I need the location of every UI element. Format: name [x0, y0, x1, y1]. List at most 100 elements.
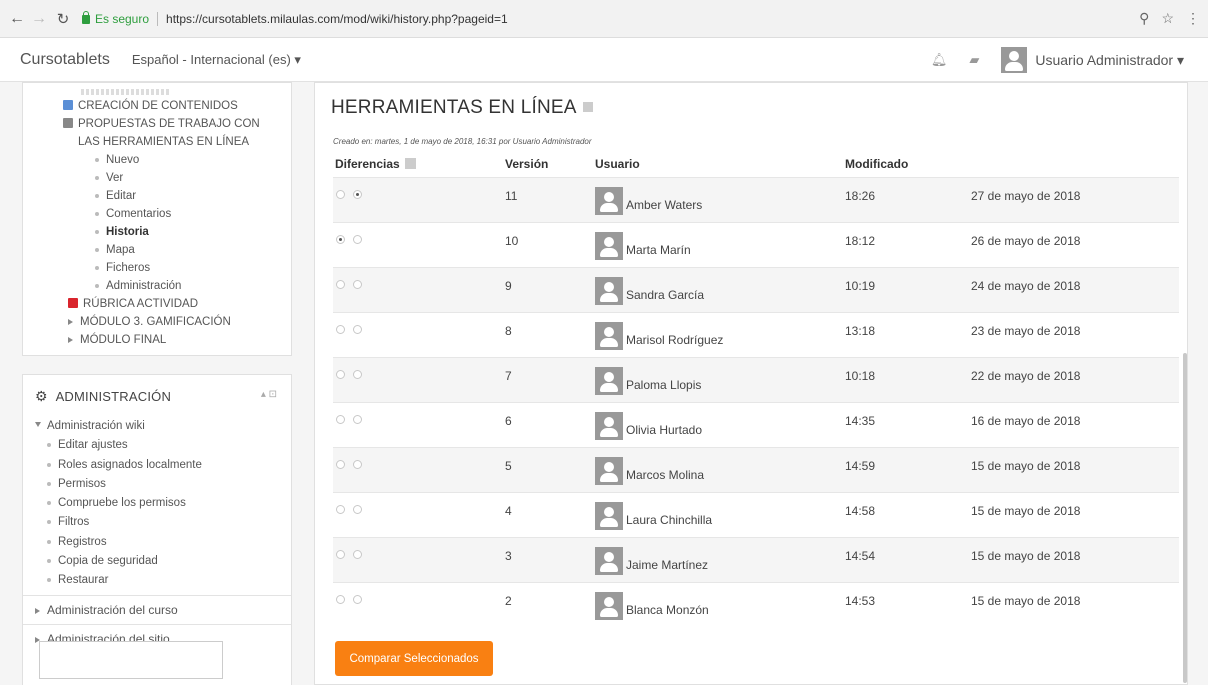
diff-radio-old[interactable]: [336, 550, 345, 559]
user-avatar-icon[interactable]: [595, 322, 623, 350]
diff-radio-new[interactable]: [353, 370, 362, 379]
nav-item-administracion[interactable]: Administración: [23, 277, 291, 295]
diff-radio-old[interactable]: [336, 370, 345, 379]
diff-radio-new[interactable]: [353, 235, 362, 244]
user-avatar[interactable]: [1001, 47, 1028, 73]
version-cell[interactable]: 2: [505, 583, 595, 627]
user-avatar-icon[interactable]: [595, 232, 623, 260]
admin-item-label: Filtros: [58, 516, 90, 529]
nav-item-propuestas-cont[interactable]: LAS HERRAMIENTAS EN LÍNEA: [23, 133, 291, 151]
user-name[interactable]: Jaime Martínez: [626, 547, 708, 572]
user-menu[interactable]: Usuario Administrador ▾: [1035, 52, 1184, 69]
address-bar[interactable]: Es seguro https://cursotablets.milaulas.…: [82, 6, 1152, 32]
admin-item-roles[interactable]: Roles asignados localmente: [35, 456, 291, 475]
admin-wiki-item[interactable]: Administración wiki: [35, 417, 291, 436]
scrollbar[interactable]: [1183, 353, 1187, 683]
star-icon[interactable]: ☆: [1161, 10, 1174, 27]
user-name[interactable]: Blanca Monzón: [626, 592, 709, 617]
nav-item-comentarios[interactable]: Comentarios: [23, 205, 291, 223]
admin-course-item[interactable]: Administración del curso: [23, 596, 291, 624]
version-cell[interactable]: 5: [505, 448, 595, 492]
nav-item-propuestas[interactable]: PROPUESTAS DE TRABAJO CON: [23, 115, 291, 133]
expand-arrow-icon[interactable]: [35, 607, 40, 614]
expand-arrow-icon[interactable]: [68, 337, 73, 343]
user-avatar-icon[interactable]: [595, 457, 623, 485]
user-name[interactable]: Marcos Molina: [626, 457, 704, 482]
diff-radio-new[interactable]: [353, 280, 362, 289]
diff-radio-new[interactable]: [353, 190, 362, 199]
version-cell[interactable]: 8: [505, 313, 595, 357]
nav-item-nuevo[interactable]: Nuevo: [23, 151, 291, 169]
diff-radio-old[interactable]: [336, 595, 345, 604]
diff-radio-new[interactable]: [353, 595, 362, 604]
url-text[interactable]: https://cursotablets.milaulas.com/mod/wi…: [166, 12, 508, 26]
user-name[interactable]: Marisol Rodríguez: [626, 322, 723, 347]
admin-item-restaurar[interactable]: Restaurar: [35, 571, 291, 590]
version-cell[interactable]: 6: [505, 403, 595, 447]
user-avatar-icon[interactable]: [595, 367, 623, 395]
diff-radio-old[interactable]: [336, 505, 345, 514]
nav-item-editar[interactable]: Editar: [23, 187, 291, 205]
user-name[interactable]: Laura Chinchilla: [626, 502, 712, 527]
user-name[interactable]: Amber Waters: [626, 187, 702, 212]
nav-item-modulo3[interactable]: MÓDULO 3. GAMIFICACIÓN: [23, 313, 291, 331]
user-avatar-icon[interactable]: [595, 592, 623, 620]
nav-item-modulo-final[interactable]: MÓDULO FINAL: [23, 331, 291, 349]
notification-bell-icon[interactable]: 🔔︎: [931, 52, 948, 68]
nav-item-rubrica[interactable]: RÚBRICA ACTIVIDAD: [23, 295, 291, 313]
admin-item-compruebe[interactable]: Compruebe los permisos: [35, 494, 291, 513]
nav-item-historia[interactable]: Historia: [23, 223, 291, 241]
block-controls-icon[interactable]: ▴ ⊡: [261, 389, 277, 400]
nav-item-creacion[interactable]: CREACIÓN DE CONTENIDOS: [23, 97, 291, 115]
reload-icon[interactable]: ↻: [52, 10, 74, 28]
diff-radio-old[interactable]: [336, 325, 345, 334]
admin-item-editar-ajustes[interactable]: Editar ajustes: [35, 436, 291, 455]
nav-item-ver[interactable]: Ver: [23, 169, 291, 187]
site-brand[interactable]: Cursotablets: [20, 51, 110, 69]
help-icon[interactable]: [582, 102, 593, 112]
user-avatar-icon[interactable]: [595, 502, 623, 530]
user-avatar-icon[interactable]: [595, 187, 623, 215]
zoom-icon[interactable]: ⚲: [1139, 10, 1149, 27]
diff-radio-new[interactable]: [353, 550, 362, 559]
diff-radio-new[interactable]: [353, 325, 362, 334]
collapse-arrow-icon[interactable]: [35, 422, 41, 427]
admin-item-permisos[interactable]: Permisos: [35, 475, 291, 494]
help-icon[interactable]: [404, 158, 416, 169]
version-cell[interactable]: 3: [505, 538, 595, 582]
user-name[interactable]: Marta Marín: [626, 232, 691, 257]
forward-arrow-icon[interactable]: →: [28, 10, 50, 28]
version-cell[interactable]: 10: [505, 223, 595, 267]
version-cell[interactable]: 11: [505, 178, 595, 222]
version-cell[interactable]: 7: [505, 358, 595, 402]
admin-item-registros[interactable]: Registros: [35, 533, 291, 552]
diff-radio-old[interactable]: [336, 235, 345, 244]
nav-item-mapa[interactable]: Mapa: [23, 241, 291, 259]
admin-item-copia[interactable]: Copia de seguridad: [35, 552, 291, 571]
compare-selected-button[interactable]: Comparar Seleccionados: [335, 641, 493, 676]
user-avatar-icon[interactable]: [595, 412, 623, 440]
diff-radio-old[interactable]: [336, 190, 345, 199]
diff-radio-new[interactable]: [353, 415, 362, 424]
menu-icon[interactable]: ⋮: [1186, 10, 1200, 27]
user-name[interactable]: Paloma Llopis: [626, 367, 701, 392]
diff-radio-new[interactable]: [353, 505, 362, 514]
admin-item-filtros[interactable]: Filtros: [35, 513, 291, 532]
messages-icon[interactable]: ▰: [969, 52, 979, 68]
user-name[interactable]: Olivia Hurtado: [626, 412, 702, 437]
user-cell: Sandra García: [595, 268, 845, 312]
expand-arrow-icon[interactable]: [68, 319, 73, 325]
version-cell[interactable]: 9: [505, 268, 595, 312]
diff-radio-old[interactable]: [336, 415, 345, 424]
diff-radio-old[interactable]: [336, 460, 345, 469]
diff-radio-new[interactable]: [353, 460, 362, 469]
language-menu[interactable]: Español - Internacional (es) ▾: [132, 52, 301, 68]
nav-item-ficheros[interactable]: Ficheros: [23, 259, 291, 277]
version-cell[interactable]: 4: [505, 493, 595, 537]
back-arrow-icon[interactable]: ←: [6, 10, 28, 28]
search-input[interactable]: [39, 641, 223, 679]
user-name[interactable]: Sandra García: [626, 277, 704, 302]
diff-radio-old[interactable]: [336, 280, 345, 289]
user-avatar-icon[interactable]: [595, 277, 623, 305]
user-avatar-icon[interactable]: [595, 547, 623, 575]
